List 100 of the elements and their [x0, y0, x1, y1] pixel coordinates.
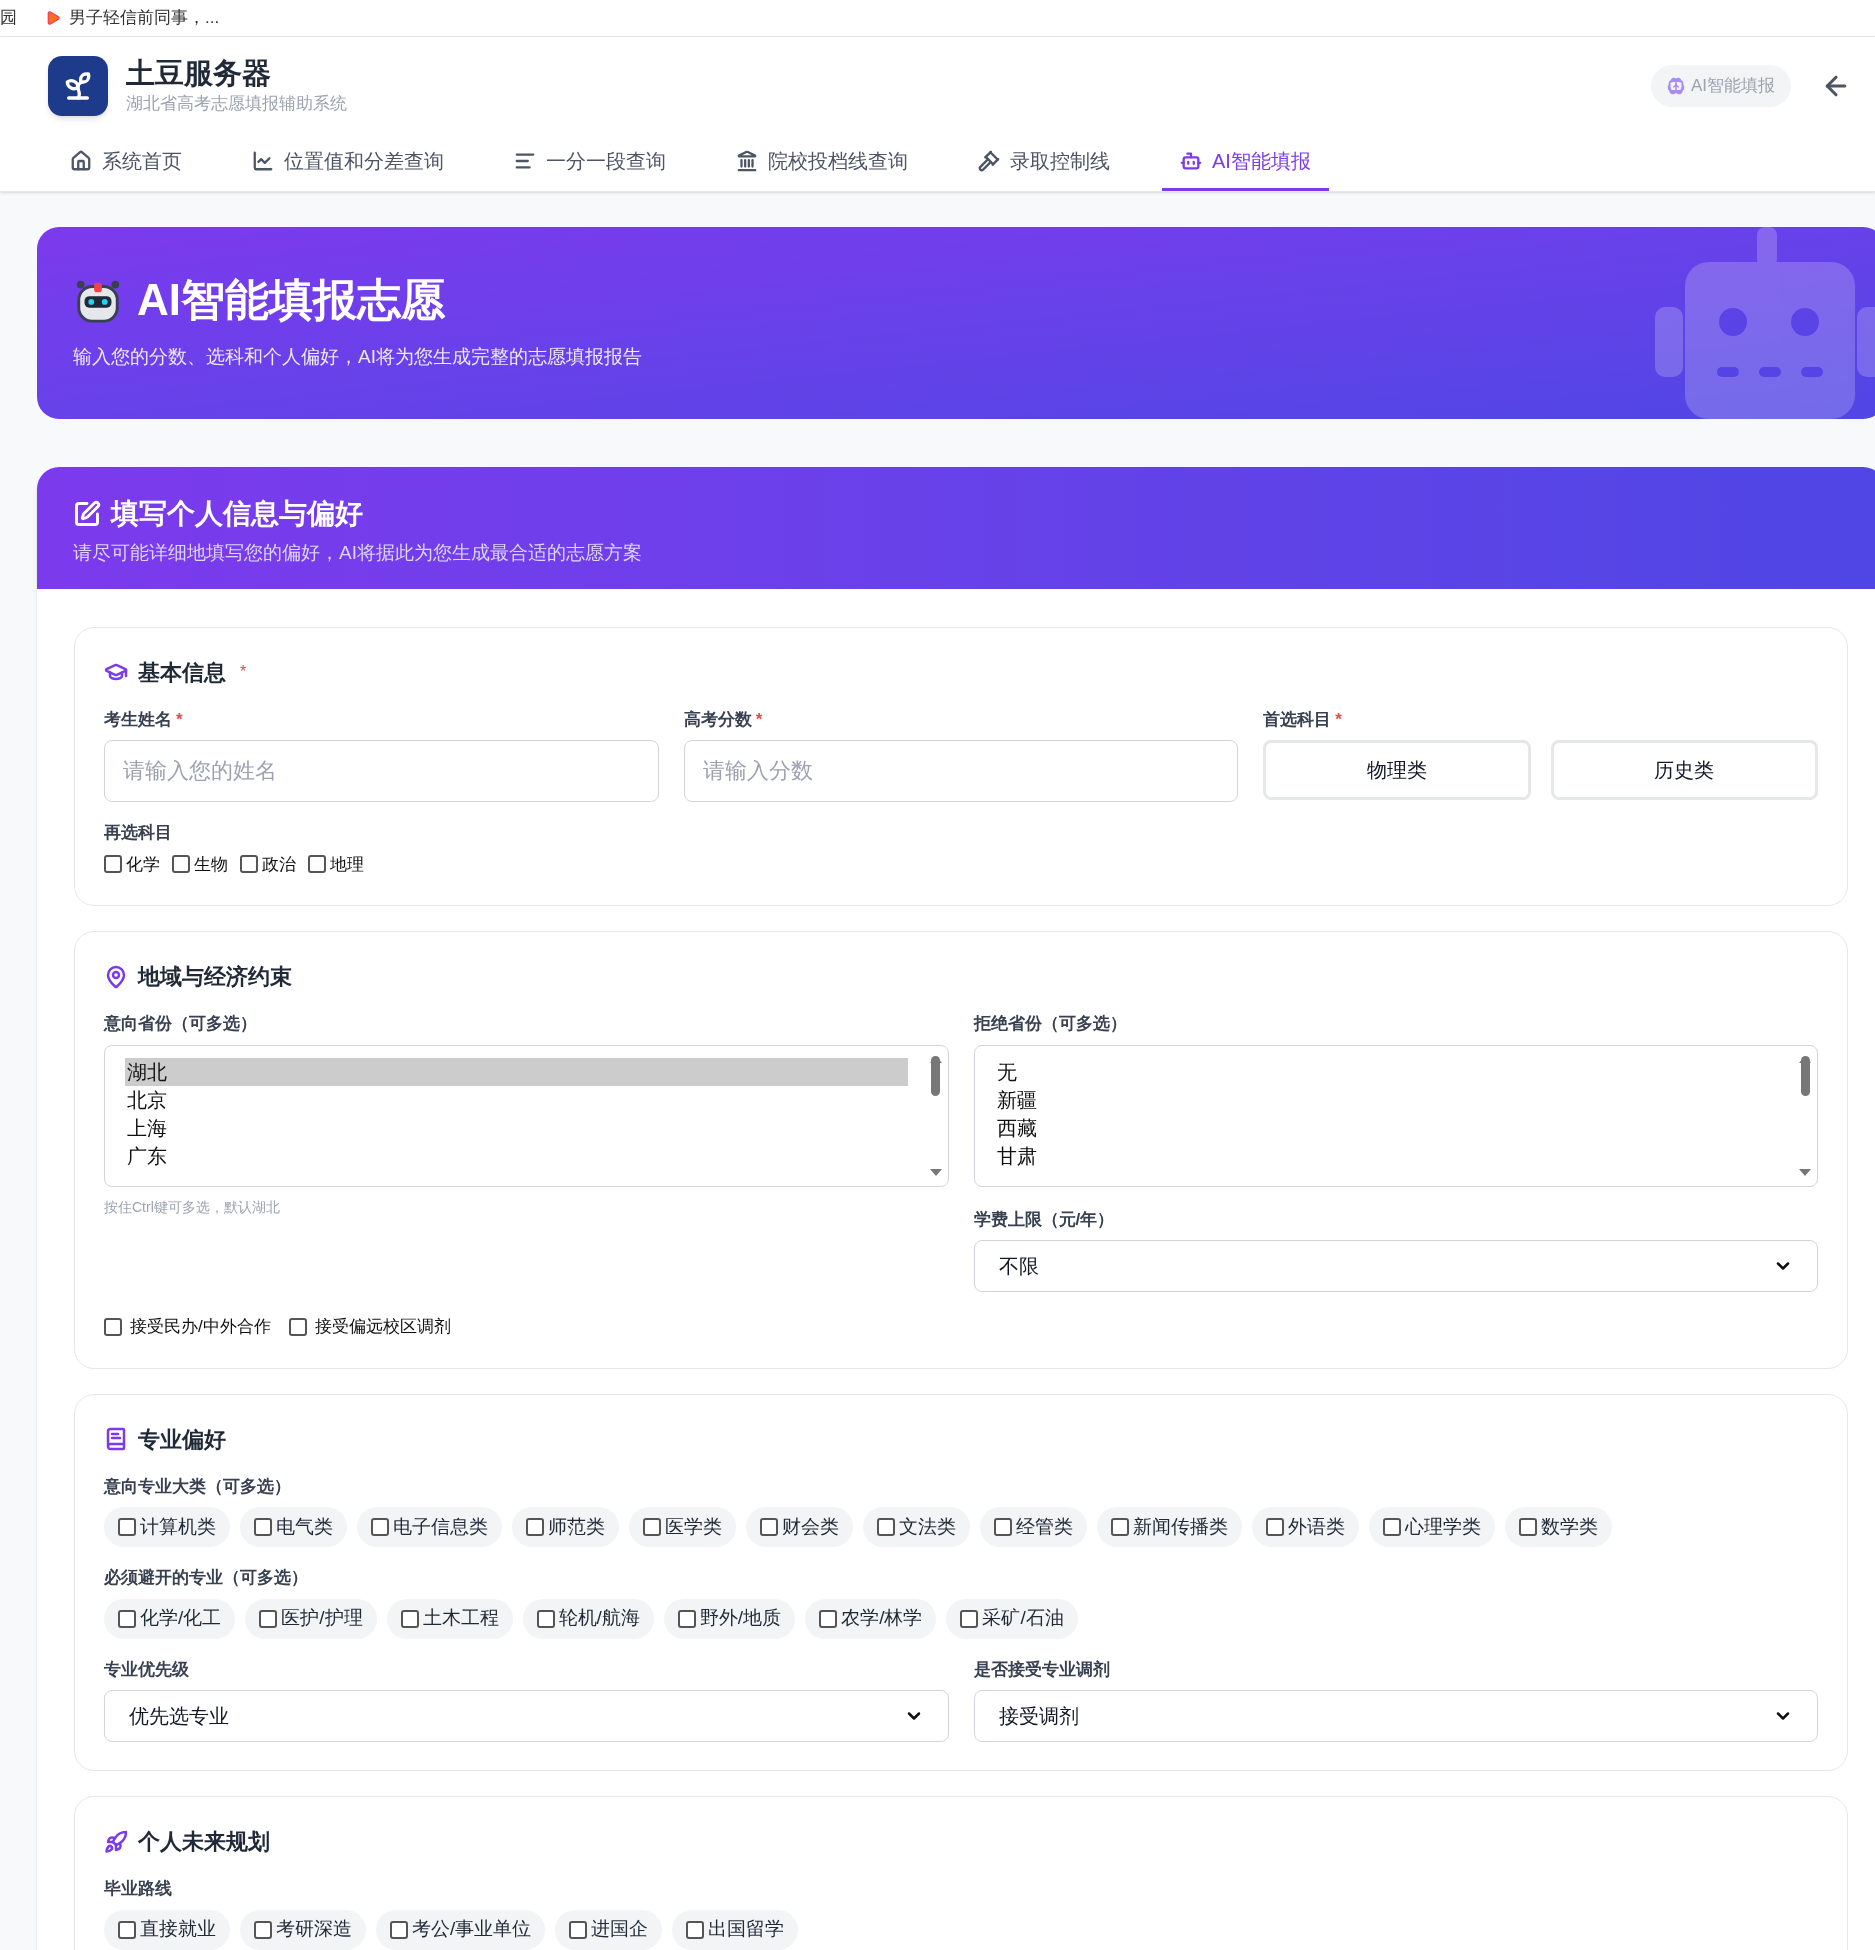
- hint-text: 按住Ctrl键可多选，默认湖北: [104, 1197, 281, 1217]
- option-chip[interactable]: 轮机/航海: [522, 1598, 654, 1639]
- checkbox[interactable]: [118, 1920, 136, 1939]
- option-chip[interactable]: 经管类: [980, 1507, 1087, 1547]
- play-icon: [45, 10, 61, 26]
- subject-checkbox-option[interactable]: 政治: [240, 851, 296, 877]
- option-chip[interactable]: 心理学类: [1369, 1507, 1495, 1547]
- checkbox[interactable]: [104, 855, 122, 874]
- option-chip[interactable]: 直接就业: [104, 1909, 230, 1950]
- checkbox[interactable]: [1266, 1518, 1284, 1536]
- nav-tab[interactable]: 位置值和分差查询: [234, 134, 462, 191]
- checkbox[interactable]: [259, 1609, 278, 1628]
- dropdown[interactable]: 优先选专业: [104, 1690, 949, 1742]
- section-icon: [104, 964, 128, 989]
- checkbox[interactable]: [760, 1518, 778, 1536]
- checkbox[interactable]: [254, 1518, 272, 1536]
- option-chip[interactable]: 进国企: [555, 1909, 663, 1950]
- logo-icon: [48, 55, 108, 116]
- option-chip[interactable]: 财会类: [746, 1507, 853, 1547]
- nav-tab[interactable]: 一分一段查询: [496, 134, 684, 191]
- checkbox[interactable]: [288, 1317, 307, 1336]
- option-chip[interactable]: 野外/地质: [663, 1598, 796, 1639]
- option-chip[interactable]: 文法类: [863, 1507, 970, 1547]
- checkbox[interactable]: [371, 1518, 389, 1536]
- nav-tab[interactable]: AI智能填报: [1162, 134, 1329, 191]
- option-chip[interactable]: 农学/林学: [805, 1598, 937, 1639]
- subject-checkbox-option[interactable]: 地理: [308, 851, 364, 877]
- checkbox[interactable]: [569, 1920, 588, 1939]
- checkbox[interactable]: [254, 1920, 272, 1939]
- checkbox[interactable]: [643, 1518, 661, 1536]
- nav-tab[interactable]: 录取控制线: [960, 134, 1128, 191]
- checkbox[interactable]: [104, 1317, 122, 1336]
- field-label: 拒绝省份（可多选）: [973, 1013, 1127, 1035]
- province-listbox[interactable]: 无 新疆 西藏 甘肃: [973, 1044, 1818, 1187]
- option-chip[interactable]: 数学类: [1505, 1507, 1612, 1547]
- subject-checkbox-option[interactable]: 化学: [104, 851, 160, 877]
- option-chip[interactable]: 出国留学: [672, 1909, 799, 1950]
- home-icon: [70, 150, 92, 172]
- checkbox[interactable]: [240, 855, 258, 874]
- option-chip[interactable]: 医学类: [629, 1507, 736, 1547]
- checkbox[interactable]: [1383, 1518, 1401, 1536]
- checkbox[interactable]: [960, 1609, 979, 1628]
- option-chip[interactable]: 新闻传播类: [1097, 1507, 1242, 1547]
- checkbox[interactable]: [118, 1609, 136, 1628]
- dropdown[interactable]: 接受调剂: [973, 1690, 1818, 1742]
- listbox-option[interactable]: 广东: [125, 1141, 908, 1170]
- option-chip[interactable]: 外语类: [1252, 1507, 1359, 1547]
- checkbox[interactable]: [994, 1518, 1012, 1536]
- section-title: 专业偏好: [138, 1425, 226, 1454]
- province-listbox[interactable]: 湖北 北京 上海 广东: [104, 1044, 949, 1187]
- option-chip[interactable]: 师范类: [512, 1507, 619, 1547]
- nav-tab[interactable]: 院校投档线查询: [718, 134, 926, 191]
- bookmark[interactable]: 园: [0, 5, 17, 31]
- listbox-option[interactable]: 甘肃: [994, 1141, 1777, 1170]
- checkbox[interactable]: [390, 1920, 408, 1939]
- option-chip[interactable]: 电子信息类: [357, 1507, 502, 1547]
- option-chip[interactable]: 医护/护理: [245, 1598, 377, 1639]
- option-chip[interactable]: 土木工程: [386, 1598, 513, 1639]
- robot-icon: [1180, 150, 1202, 172]
- checkbox[interactable]: [536, 1609, 555, 1628]
- checkbox-option[interactable]: 接受偏远校区调剂: [288, 1314, 451, 1340]
- checkbox[interactable]: [118, 1518, 136, 1536]
- checkbox[interactable]: [686, 1920, 705, 1939]
- checkbox[interactable]: [172, 855, 190, 874]
- option-chip[interactable]: 考公/事业单位: [376, 1909, 546, 1950]
- checkbox[interactable]: [877, 1518, 895, 1536]
- option-chip[interactable]: 电气类: [240, 1507, 347, 1547]
- scrollbar[interactable]: [1797, 1055, 1813, 1176]
- option-chip[interactable]: 计算机类: [104, 1507, 230, 1547]
- field-label: 是否接受专业调剂: [973, 1658, 1110, 1681]
- listbox-option[interactable]: 无: [994, 1057, 1777, 1086]
- subject-button[interactable]: 物理类: [1263, 740, 1531, 800]
- option-chip[interactable]: 化学/化工: [104, 1598, 236, 1639]
- required-mark: *: [240, 662, 247, 682]
- field-label: 学费上限（元/年）: [973, 1208, 1115, 1231]
- subject-button[interactable]: 历史类: [1550, 740, 1818, 800]
- checkbox[interactable]: [526, 1518, 544, 1536]
- checkbox[interactable]: [1519, 1518, 1537, 1536]
- dropdown[interactable]: 不限: [973, 1240, 1818, 1292]
- nav-tab[interactable]: 系统首页: [52, 134, 200, 191]
- option-chip[interactable]: 采矿/石油: [946, 1598, 1078, 1639]
- bookmark[interactable]: 男子轻信前同事，...: [45, 5, 220, 31]
- required-mark: *: [755, 708, 763, 731]
- checkbox[interactable]: [819, 1609, 838, 1628]
- subject-checkbox-option[interactable]: 生物: [172, 851, 228, 877]
- list-icon: [514, 150, 536, 172]
- checkbox[interactable]: [400, 1609, 419, 1628]
- checkbox[interactable]: [308, 855, 326, 874]
- text-input[interactable]: 请输入分数: [683, 740, 1239, 802]
- listbox-option[interactable]: 西藏: [994, 1113, 1777, 1142]
- edit-icon: [73, 499, 101, 528]
- listbox-option[interactable]: 北京: [125, 1085, 908, 1114]
- option-chip[interactable]: 考研深造: [240, 1909, 366, 1950]
- checkbox-option[interactable]: 接受民办/中外合作: [104, 1314, 271, 1340]
- listbox-option[interactable]: 湖北: [125, 1057, 908, 1086]
- listbox-option[interactable]: 新疆: [994, 1085, 1777, 1114]
- text-input[interactable]: 请输入您的姓名: [104, 740, 659, 802]
- checkbox[interactable]: [1111, 1518, 1129, 1536]
- checkbox[interactable]: [677, 1609, 696, 1628]
- listbox-option[interactable]: 上海: [125, 1113, 908, 1142]
